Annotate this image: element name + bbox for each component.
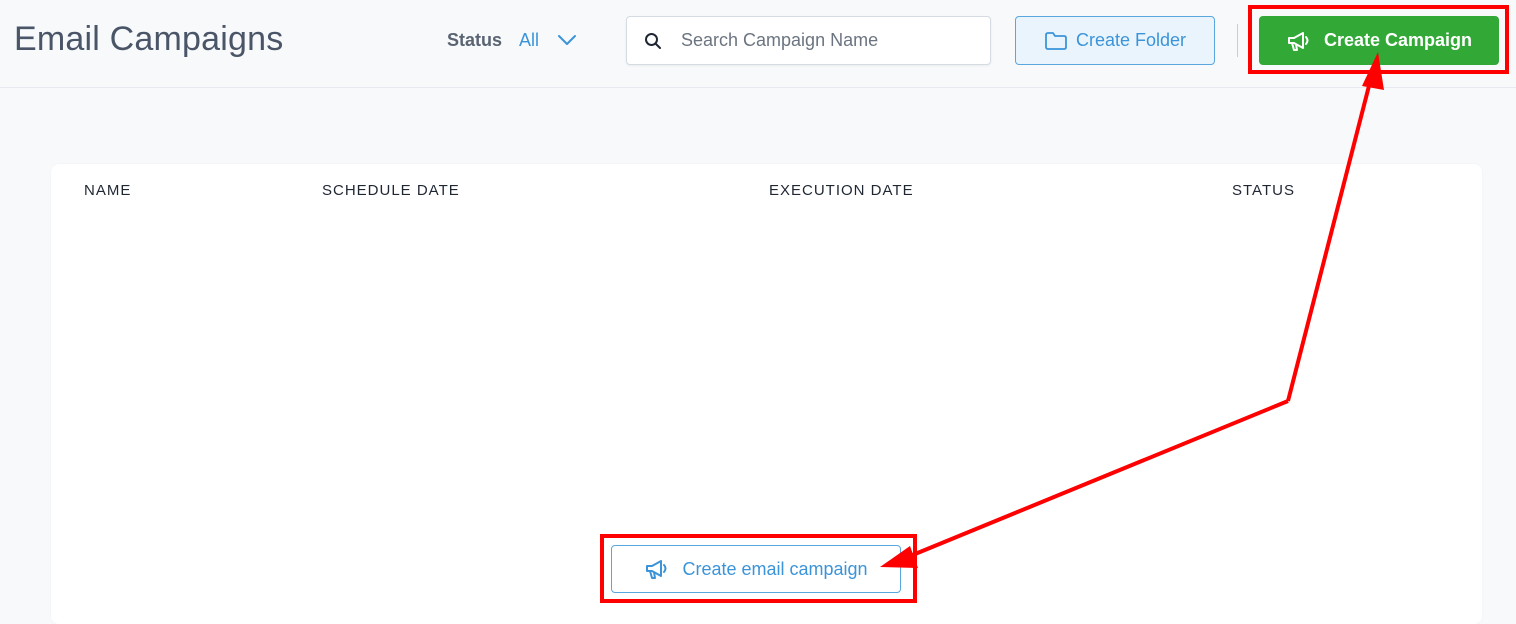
search-input[interactable] <box>681 17 981 64</box>
folder-icon <box>1045 31 1067 50</box>
create-email-campaign-label: Create email campaign <box>682 558 868 579</box>
page-title: Email Campaigns <box>14 20 284 58</box>
column-header-name[interactable]: NAME <box>84 182 131 199</box>
header-divider <box>1237 24 1238 57</box>
status-filter-value: All <box>519 29 540 50</box>
search-icon <box>644 32 662 50</box>
megaphone-icon <box>1287 31 1309 51</box>
chevron-down-icon[interactable] <box>557 30 577 50</box>
status-filter-label: Status <box>447 29 503 50</box>
create-campaign-button[interactable]: Create Campaign <box>1259 16 1499 65</box>
create-email-campaign-button[interactable]: Create email campaign <box>611 545 901 593</box>
megaphone-icon <box>646 560 667 579</box>
search-box[interactable] <box>626 16 991 65</box>
page-header: Email Campaigns Status All Create Folder <box>0 0 1516 88</box>
column-header-schedule-date[interactable]: SCHEDULE DATE <box>322 182 460 199</box>
column-header-status[interactable]: STATUS <box>1232 182 1295 199</box>
column-header-execution-date[interactable]: EXECUTION DATE <box>769 182 914 199</box>
status-filter-dropdown[interactable]: Status All <box>447 28 577 52</box>
create-folder-label: Create Folder <box>1075 30 1187 50</box>
create-campaign-label: Create Campaign <box>1323 30 1473 50</box>
create-folder-button[interactable]: Create Folder <box>1015 16 1215 65</box>
